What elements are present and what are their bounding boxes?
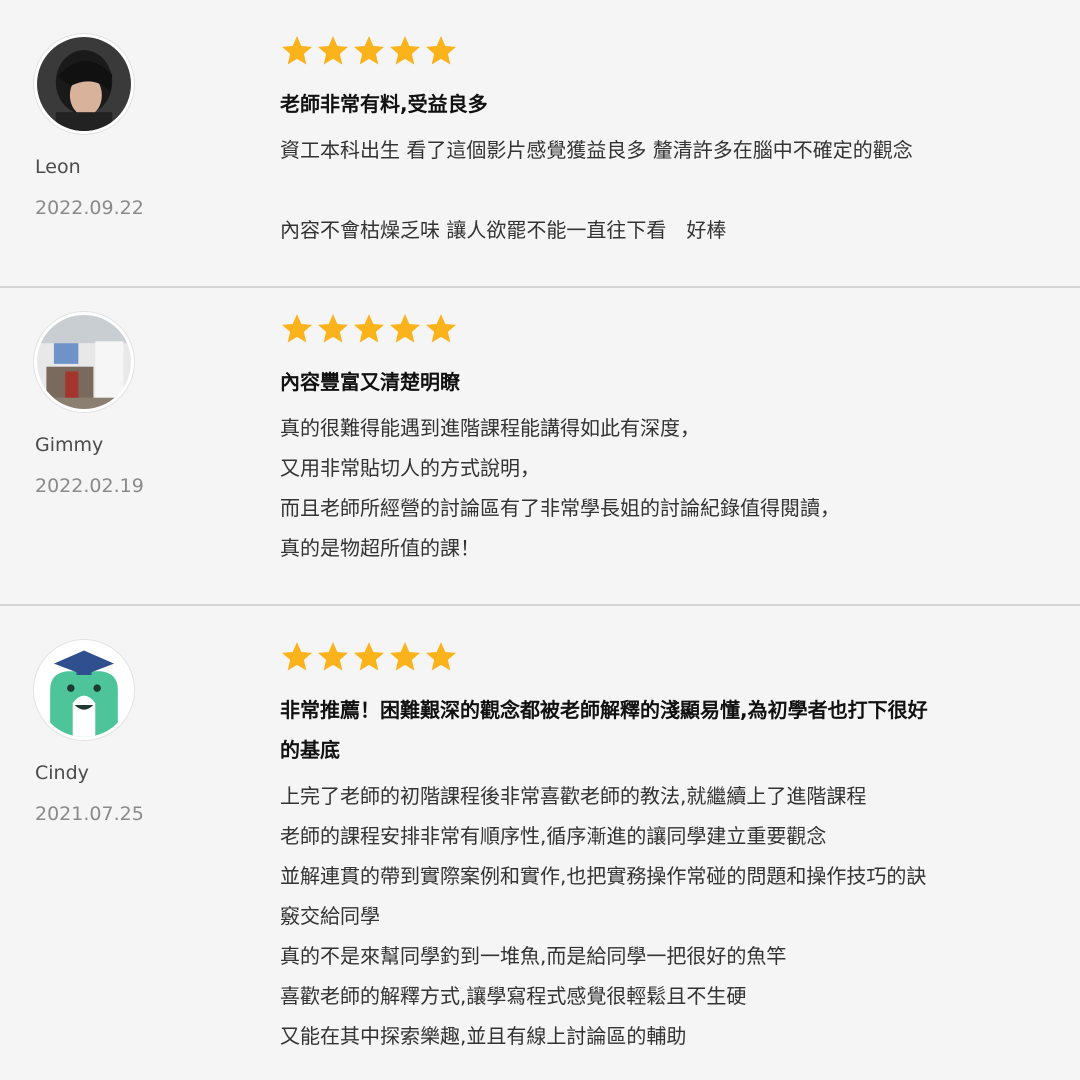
star-icon xyxy=(280,34,314,68)
review-body: 真的很難得能遇到進階課程能講得如此有深度， 又用非常貼切人的方式說明， 而且老師… xyxy=(280,408,1040,568)
review-body-line: 喜歡老師的解釋方式,讓學寫程式感覺很輕鬆且不生硬 xyxy=(280,984,747,1008)
review-title-line: 的基底 xyxy=(280,738,340,762)
star-icon xyxy=(388,640,422,674)
review-body-line: 真的是物超所值的課！ xyxy=(280,536,480,560)
review-body-line: 真的不是來幫同學釣到一堆魚,而是給同學一把很好的魚竿 xyxy=(280,944,787,968)
user-avatar xyxy=(34,34,134,134)
star-icon xyxy=(424,34,458,68)
review-body-line: 而且老師所經營的討論區有了非常學長姐的討論紀錄值得閱讀， xyxy=(280,496,840,520)
reviewer-name: Gimmy xyxy=(35,434,104,456)
review-body: 上完了老師的初階課程後非常喜歡老師的教法,就繼續上了進階課程 老師的課程安排非常… xyxy=(280,776,1040,1056)
reviewer-name: Cindy xyxy=(35,762,89,784)
review-body-line: 上完了老師的初階課程後非常喜歡老師的教法,就繼續上了進階課程 xyxy=(280,784,867,808)
star-rating xyxy=(280,34,458,68)
room-photo-avatar-icon xyxy=(37,315,131,409)
star-icon xyxy=(424,640,458,674)
review-date: 2022.02.19 xyxy=(35,475,144,497)
star-icon xyxy=(280,312,314,346)
review-title: 內容豐富又清楚明瞭 xyxy=(280,370,460,394)
user-avatar xyxy=(34,640,134,740)
user-photo-avatar-icon xyxy=(37,37,131,131)
review-body-blank-line xyxy=(280,170,1040,210)
review-card: Leon 2022.09.22 老師非常有料,受益良多 資工本科出生 看了這個影… xyxy=(0,0,1080,286)
star-icon xyxy=(316,34,350,68)
star-icon xyxy=(388,34,422,68)
star-rating xyxy=(280,312,458,346)
review-title: 非常推薦！困難艱深的觀念都被老師解釋的淺顯易懂,為初學者也打下很好 的基底 xyxy=(280,690,1040,770)
graduate-mascot-avatar-icon xyxy=(37,643,131,737)
reviewer-name: Leon xyxy=(35,156,81,178)
star-icon xyxy=(316,640,350,674)
review-body-line: 資工本科出生 看了這個影片感覺獲益良多 釐清許多在腦中不確定的觀念 xyxy=(280,138,913,162)
star-icon xyxy=(352,34,386,68)
review-card: Cindy 2021.07.25 非常推薦！困難艱深的觀念都被老師解釋的淺顯易懂… xyxy=(0,606,1080,1080)
star-icon xyxy=(388,312,422,346)
review-body-line: 真的很難得能遇到進階課程能講得如此有深度， xyxy=(280,416,700,440)
star-icon xyxy=(352,312,386,346)
review-body-line: 竅交給同學 xyxy=(280,904,380,928)
user-avatar xyxy=(34,312,134,412)
review-date: 2022.09.22 xyxy=(35,197,144,219)
star-icon xyxy=(352,640,386,674)
star-rating xyxy=(280,640,458,674)
review-body-line: 並解連貫的帶到實際案例和實作,也把實務操作常碰的問題和操作技巧的訣 xyxy=(280,864,927,888)
review-date: 2021.07.25 xyxy=(35,803,144,825)
star-icon xyxy=(316,312,350,346)
review-title: 老師非常有料,受益良多 xyxy=(280,92,488,116)
review-body-line: 又用非常貼切人的方式說明， xyxy=(280,456,540,480)
review-card: Gimmy 2022.02.19 內容豐富又清楚明瞭 真的很難得能遇到進階課程能… xyxy=(0,288,1080,604)
review-body-line: 又能在其中探索樂趣,並且有線上討論區的輔助 xyxy=(280,1024,687,1048)
star-icon xyxy=(424,312,458,346)
review-body-line: 內容不會枯燥乏味 讓人欲罷不能一直往下看 好棒 xyxy=(280,218,727,242)
star-icon xyxy=(280,640,314,674)
review-body-line: 老師的課程安排非常有順序性,循序漸進的讓同學建立重要觀念 xyxy=(280,824,827,848)
review-title-line: 非常推薦！困難艱深的觀念都被老師解釋的淺顯易懂,為初學者也打下很好 xyxy=(280,698,928,722)
review-body: 資工本科出生 看了這個影片感覺獲益良多 釐清許多在腦中不確定的觀念 內容不會枯燥… xyxy=(280,130,1040,250)
